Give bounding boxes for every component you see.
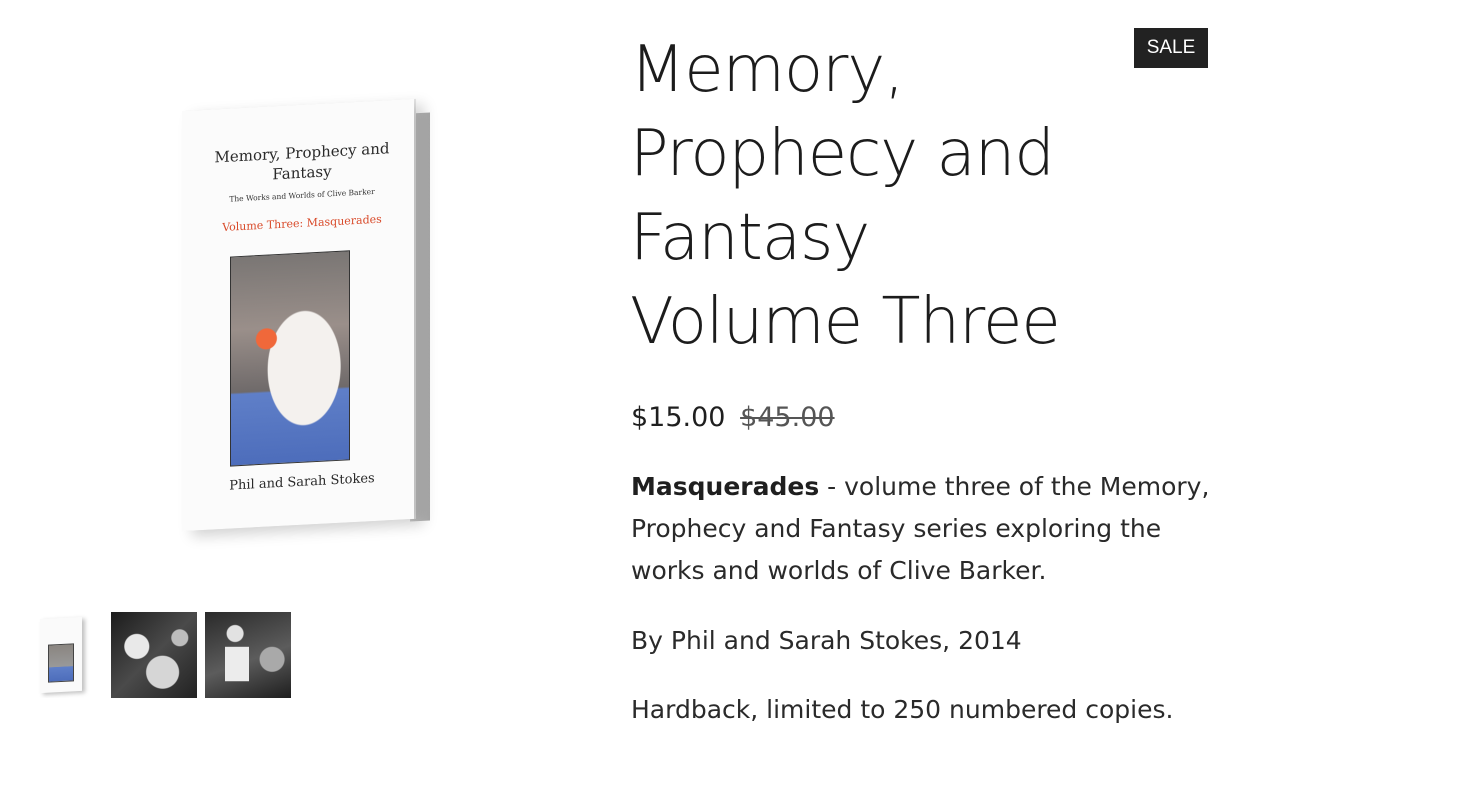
product-description: Masquerades - volume three of the Memory… (631, 466, 1231, 592)
product-byline: By Phil and Sarah Stokes, 2014 (631, 626, 1022, 655)
cover-subtitle: The Works and Worlds of Clive Barker (229, 186, 375, 204)
cover-volume: Volume Three: Masquerades (222, 212, 382, 234)
product-edition: Hardback, limited to 250 numbered copies… (631, 695, 1174, 724)
sale-price: $15.00 (631, 402, 726, 433)
thumbnail-book-cover[interactable] (22, 612, 108, 698)
cover-title: Memory, Prophecy and Fantasy (214, 139, 390, 184)
original-price: $45.00 (740, 402, 835, 433)
price-row: $15.00 $45.00 (631, 398, 835, 438)
sale-badge: SALE (1134, 28, 1208, 68)
cover-artwork (230, 250, 350, 467)
cover-author: Phil and Sarah Stokes (229, 470, 375, 494)
thumbnail-book-image (40, 616, 82, 694)
description-bold: Masquerades (631, 472, 820, 501)
product-title: Memory, Prophecy and Fantasy Volume Thre… (630, 33, 1061, 359)
thumbnail-stage-photo-2[interactable] (205, 612, 291, 698)
thumbnail-stage-photo-1[interactable] (111, 612, 197, 698)
thumbnail-book-art (48, 643, 74, 683)
book-cover: Memory, Prophecy and Fantasy The Works a… (182, 98, 414, 532)
product-main-image[interactable]: Memory, Prophecy and Fantasy The Works a… (170, 95, 440, 545)
